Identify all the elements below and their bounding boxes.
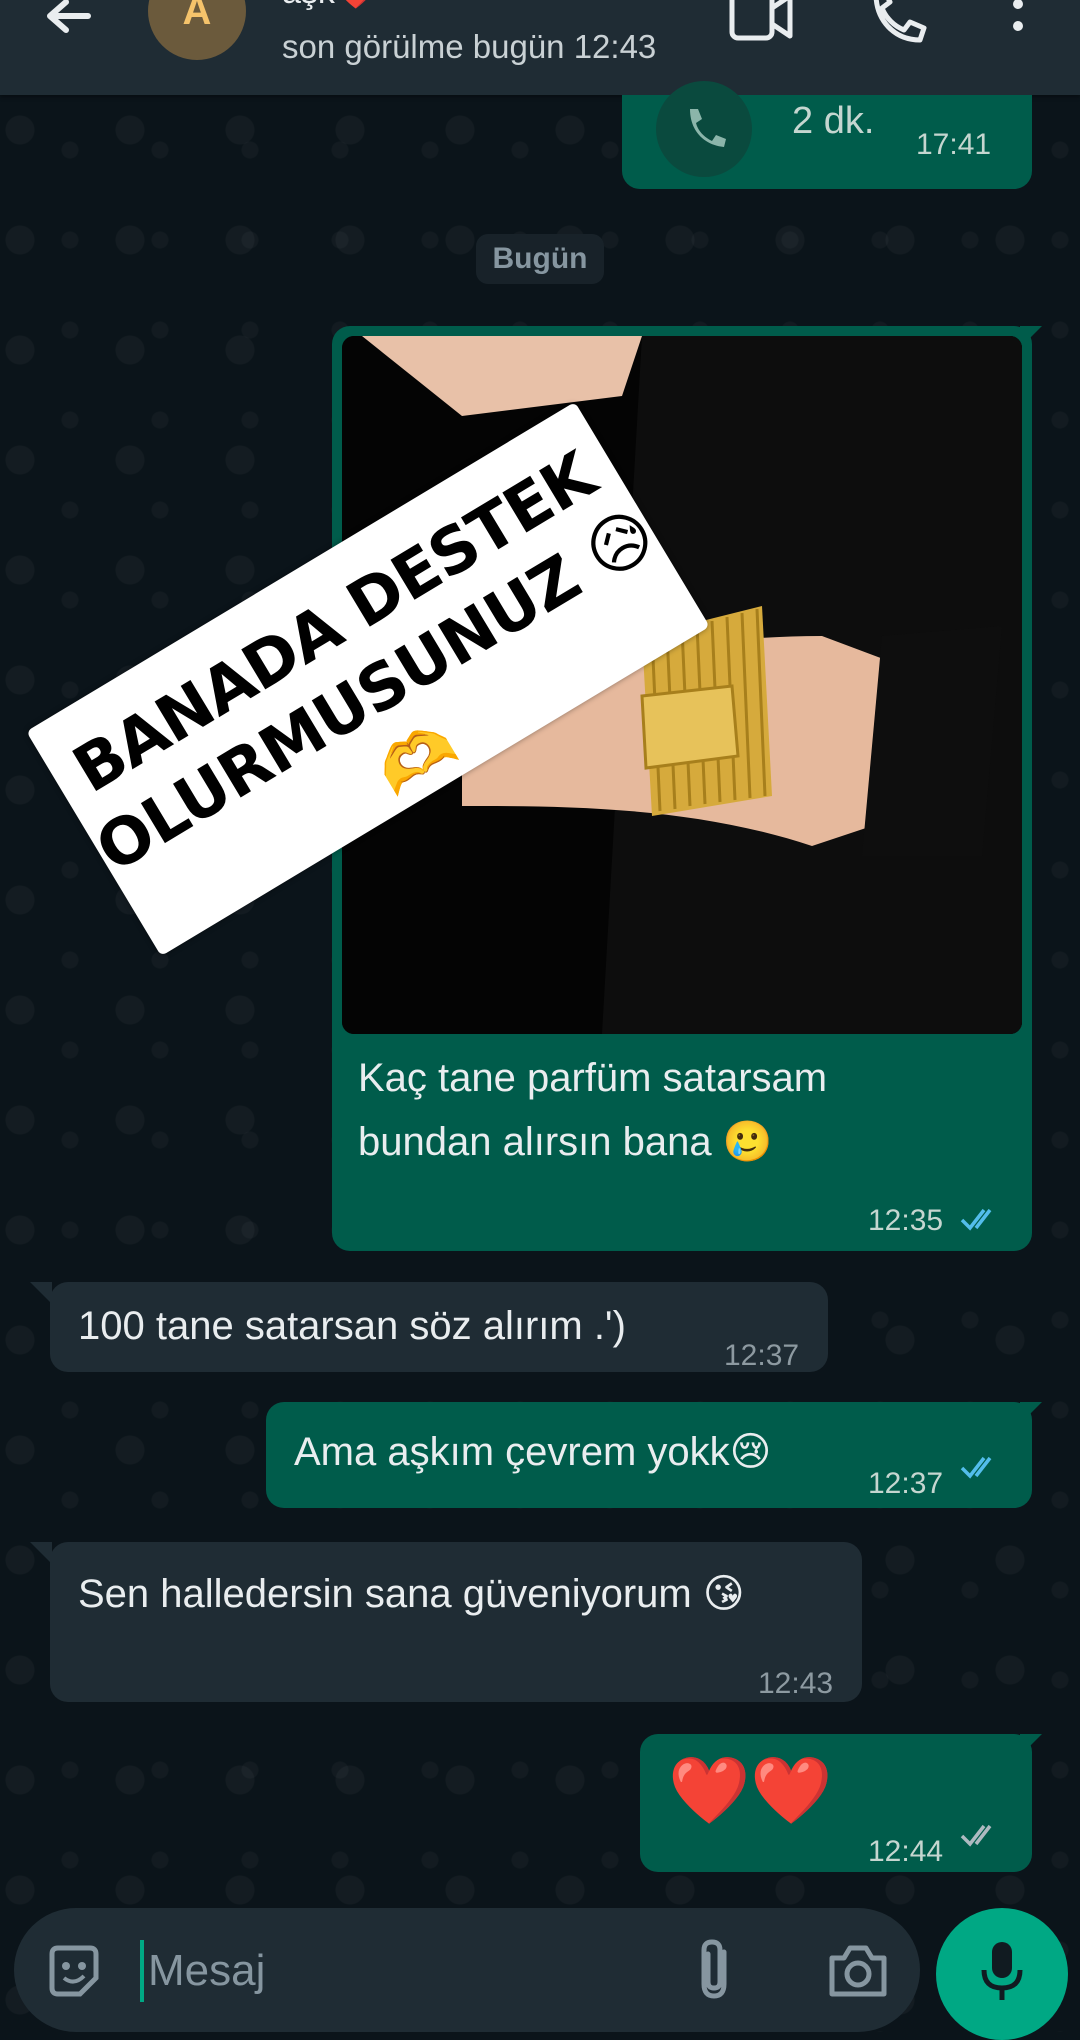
- message-input[interactable]: [140, 1940, 670, 2002]
- attach-button[interactable]: [694, 1938, 738, 2002]
- heart-emoji-text: ❤️❤️: [668, 1753, 833, 1827]
- video-camera-icon: [729, 0, 793, 41]
- call-icon: [656, 81, 752, 177]
- camera-button[interactable]: [826, 1942, 890, 2000]
- voice-call-bubble[interactable]: 2 dk. 17:41: [622, 81, 1032, 189]
- chat-header: A aşk❤️ son görülme bugün 12:43: [0, 0, 1080, 95]
- contact-name[interactable]: aşk❤️: [282, 0, 377, 12]
- incoming-message-bubble[interactable]: 100 tane satarsan söz alırım .') 12:37: [30, 1282, 828, 1372]
- video-call-button[interactable]: [728, 0, 794, 44]
- caption-line-2: bundan alırsın bana 🥲: [358, 1120, 773, 1164]
- sticker-icon: [49, 1945, 99, 1997]
- last-seen-status: son görülme bugün 12:43: [282, 28, 657, 65]
- delivered-ticks-icon: [960, 1824, 992, 1847]
- message-text: 100 tane satarsan söz alırım .'): [78, 1304, 626, 1348]
- read-ticks-icon: [960, 1456, 992, 1479]
- more-options-button[interactable]: [1008, 0, 1028, 44]
- call-duration: 2 dk.: [792, 100, 875, 142]
- outgoing-message-bubble[interactable]: ❤️❤️ 12:44: [640, 1734, 1042, 1872]
- date-chip: Bugün: [476, 234, 604, 284]
- microphone-icon: [981, 1942, 1023, 2000]
- emoji-button[interactable]: [44, 1942, 104, 2002]
- back-button[interactable]: [38, 0, 98, 40]
- message-time: 12:37: [724, 1339, 800, 1372]
- incoming-message-bubble[interactable]: Sen halledersin sana güveniyorum 😘 12:43: [30, 1542, 862, 1702]
- message-time: 17:41: [916, 128, 992, 161]
- phone-icon: [690, 109, 726, 147]
- more-vertical-icon: [1013, 0, 1023, 31]
- voice-record-button[interactable]: [936, 1908, 1068, 2040]
- paperclip-icon: [701, 1939, 727, 1999]
- voice-call-button[interactable]: [868, 0, 928, 44]
- message-time: 12:44: [868, 1835, 944, 1868]
- message-text: Sen halledersin sana güveniyorum 😘: [78, 1572, 745, 1616]
- message-text: Ama aşkım çevrem yokk😢: [294, 1430, 772, 1474]
- message-time: 12:43: [758, 1667, 834, 1700]
- message-time: 12:37: [868, 1467, 944, 1500]
- outgoing-message-bubble[interactable]: Ama aşkım çevrem yokk😢 12:37: [266, 1402, 1042, 1508]
- phone-icon: [873, 0, 927, 43]
- read-ticks-icon: [960, 1208, 992, 1231]
- avatar[interactable]: A: [148, 0, 246, 60]
- image-caption: Kaç tane parfüm satarsam bundan alırsın …: [358, 1046, 998, 1174]
- message-time: 12:35: [868, 1204, 944, 1237]
- camera-icon: [829, 1945, 887, 1997]
- back-arrow-icon: [47, 0, 91, 33]
- caption-line-1: Kaç tane parfüm satarsam: [358, 1056, 828, 1100]
